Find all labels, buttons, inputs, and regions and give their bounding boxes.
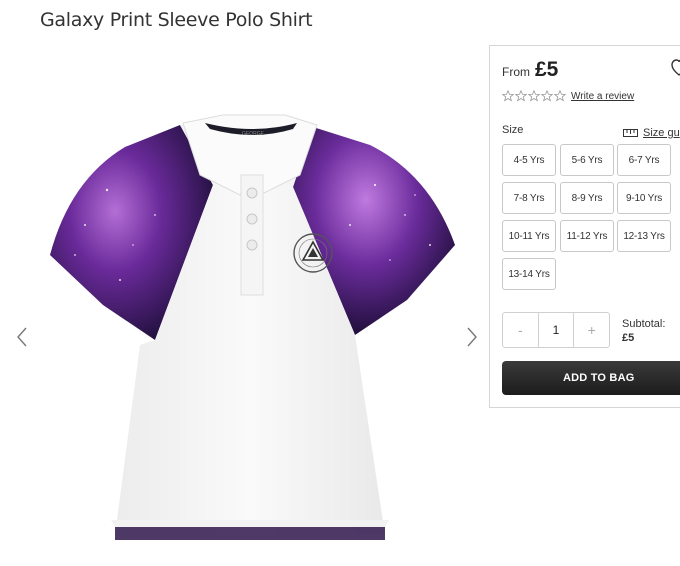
star-rating (502, 90, 566, 102)
size-option[interactable]: 9-10 Yrs (617, 182, 671, 214)
price-row: From £5 (502, 58, 558, 82)
product-image: GEORGE (50, 114, 455, 540)
write-review-link[interactable]: Write a review (571, 91, 634, 102)
star-icon (554, 90, 566, 102)
star-icon (515, 90, 527, 102)
wishlist-button[interactable] (671, 59, 680, 82)
gallery-prev-button[interactable] (12, 322, 32, 352)
subtotal-value: £5 (622, 332, 635, 344)
size-option[interactable]: 12-13 Yrs (617, 220, 671, 252)
chevron-left-icon (17, 327, 27, 347)
size-guide-label: Size gu (643, 127, 680, 139)
size-option[interactable]: 10-11 Yrs (502, 220, 556, 252)
quantity-stepper: - 1 + (502, 312, 610, 348)
rating-row: Write a review (502, 90, 634, 102)
size-option[interactable]: 6-7 Yrs (617, 144, 671, 176)
star-icon (541, 90, 553, 102)
star-icon (502, 90, 514, 102)
size-label: Size (502, 124, 524, 136)
product-title: Galaxy Print Sleeve Polo Shirt (40, 9, 313, 31)
price-from-label: From (502, 65, 530, 79)
brand-tag: GEORGE (242, 131, 265, 137)
purchase-panel: From £5 Write a review Size Size gu 4-5 … (489, 45, 680, 408)
quantity-increase-button[interactable]: + (574, 313, 609, 347)
size-option[interactable]: 4-5 Yrs (502, 144, 556, 176)
add-to-bag-button[interactable]: ADD TO BAG (502, 361, 680, 395)
size-option[interactable]: 13-14 Yrs (502, 258, 556, 290)
star-icon (528, 90, 540, 102)
chevron-right-icon (467, 327, 477, 347)
quantity-decrease-button[interactable]: - (503, 313, 538, 347)
size-option[interactable]: 11-12 Yrs (560, 220, 614, 252)
gallery-next-button[interactable] (462, 322, 482, 352)
size-option[interactable]: 8-9 Yrs (560, 182, 614, 214)
size-guide-link[interactable]: Size gu (623, 127, 680, 139)
price-value: £5 (535, 58, 559, 81)
subtotal: Subtotal: £5 (622, 317, 665, 345)
ruler-icon (623, 129, 638, 137)
quantity-input[interactable]: 1 (537, 313, 575, 347)
size-option[interactable]: 7-8 Yrs (502, 182, 556, 214)
heart-icon (671, 59, 680, 76)
size-option[interactable]: 5-6 Yrs (560, 144, 614, 176)
subtotal-label: Subtotal: (622, 318, 666, 330)
